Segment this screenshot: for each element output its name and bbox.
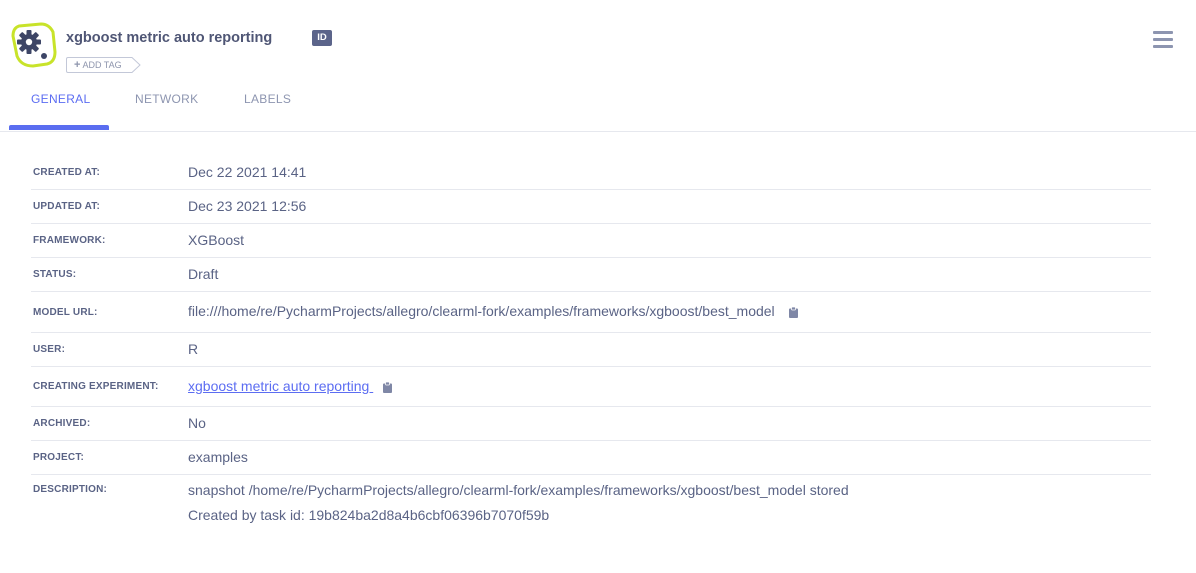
status-value: Draft: [188, 266, 219, 282]
created-at-value: Dec 22 2021 14:41: [188, 164, 307, 180]
add-tag-label: ADD TAG: [82, 60, 122, 70]
model-gear-icon: [11, 22, 57, 68]
updated-at-label: UPDATED AT:: [33, 201, 101, 212]
creating-experiment-label: CREATING EXPERIMENT:: [33, 381, 159, 392]
property-row-archived: ARCHIVED: No: [31, 407, 1151, 441]
description-value: snapshot /home/re/PycharmProjects/allegr…: [188, 478, 849, 528]
tab-labels[interactable]: LABELS: [244, 92, 291, 106]
property-row-framework: FRAMEWORK: XGBoost: [31, 224, 1151, 258]
model-header: xgboost metric auto reporting ID + ADD T…: [0, 0, 1196, 132]
property-row-creating-experiment: CREATING EXPERIMENT: xgboost metric auto…: [31, 367, 1151, 407]
framework-label: FRAMEWORK:: [33, 235, 106, 246]
user-value: R: [188, 341, 199, 357]
tab-general[interactable]: GENERAL: [31, 92, 90, 106]
project-value: examples: [188, 449, 248, 465]
tab-network[interactable]: NETWORK: [135, 92, 198, 106]
clipboard-icon[interactable]: [383, 381, 393, 393]
description-line: Created by task id: 19b824ba2d8a4b6cbf06…: [188, 507, 550, 523]
model-url-label: MODEL URL:: [33, 307, 98, 318]
archived-value: No: [188, 415, 206, 431]
add-tag-button[interactable]: + ADD TAG: [66, 57, 141, 73]
model-url-value-wrapper: file:///home/re/PycharmProjects/allegro/…: [188, 303, 798, 319]
archived-label: ARCHIVED:: [33, 418, 91, 429]
updated-at-value: Dec 23 2021 12:56: [188, 198, 307, 214]
status-label: STATUS:: [33, 269, 77, 280]
hamburger-menu-icon[interactable]: [1153, 29, 1173, 49]
property-row-created-at: CREATED AT: Dec 22 2021 14:41: [31, 155, 1151, 190]
description-line: snapshot /home/re/PycharmProjects/allegr…: [188, 482, 849, 498]
framework-value: XGBoost: [188, 232, 245, 248]
creating-experiment-link[interactable]: xgboost metric auto reporting: [188, 378, 373, 394]
creating-experiment-value-wrapper: xgboost metric auto reporting: [188, 378, 393, 394]
project-label: PROJECT:: [33, 452, 85, 463]
property-row-model-url: MODEL URL: file:///home/re/PycharmProjec…: [31, 292, 1151, 333]
property-row-project: PROJECT: examples: [31, 441, 1151, 475]
plus-icon: +: [74, 59, 81, 71]
property-row-user: USER: R: [31, 333, 1151, 367]
property-row-status: STATUS: Draft: [31, 258, 1151, 292]
user-label: USER:: [33, 344, 66, 355]
created-at-label: CREATED AT:: [33, 167, 101, 178]
property-row-description: DESCRIPTION: snapshot /home/re/PycharmPr…: [31, 475, 1151, 535]
properties-table: CREATED AT: Dec 22 2021 14:41 UPDATED AT…: [31, 155, 1151, 535]
description-label: DESCRIPTION:: [33, 484, 108, 495]
active-tab-indicator: [9, 125, 109, 130]
model-title: xgboost metric auto reporting: [66, 30, 273, 46]
property-row-updated-at: UPDATED AT: Dec 23 2021 12:56: [31, 190, 1151, 224]
id-badge-button[interactable]: ID: [312, 30, 332, 46]
clipboard-icon[interactable]: [788, 306, 798, 318]
model-url-value[interactable]: file:///home/re/PycharmProjects/allegro/…: [188, 303, 775, 319]
